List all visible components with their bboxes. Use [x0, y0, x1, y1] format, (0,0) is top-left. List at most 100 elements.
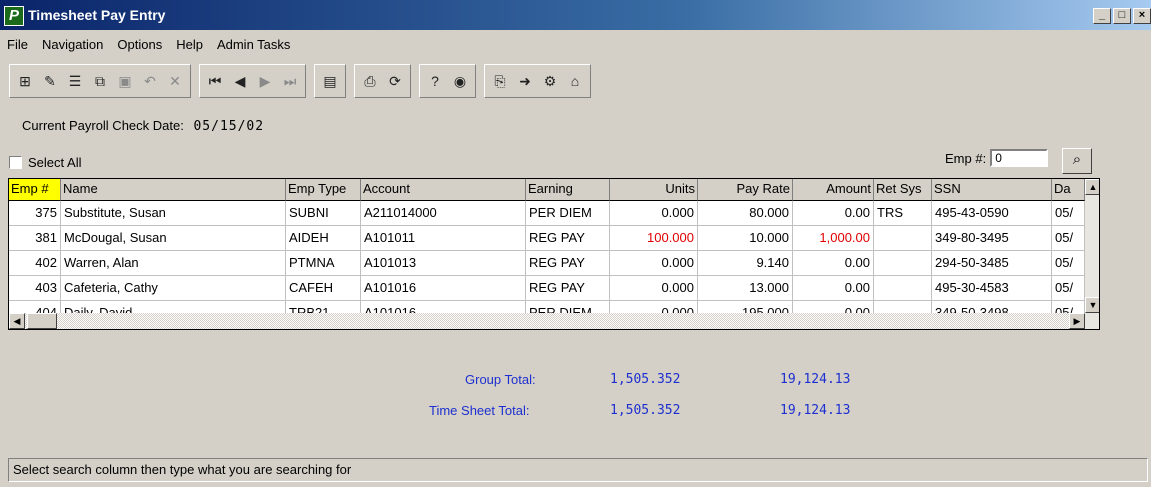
cell-name[interactable]: McDougal, Susan: [61, 226, 286, 251]
vertical-scrollbar[interactable]: ▲ ▼: [1085, 179, 1099, 329]
report-icon[interactable]: ▤: [319, 69, 341, 93]
cell-emp-type[interactable]: CAFEH: [286, 276, 361, 301]
col-header-ret-sys[interactable]: Ret Sys: [874, 179, 932, 201]
cell-earning[interactable]: REG PAY: [526, 226, 610, 251]
col-header-emp[interactable]: Emp #: [9, 179, 61, 201]
cell-ssn[interactable]: 495-30-4583: [932, 276, 1052, 301]
menu-help[interactable]: Help: [169, 34, 210, 56]
save-record-icon[interactable]: ▣: [114, 69, 136, 93]
next-record-icon[interactable]: ▶: [254, 69, 276, 93]
scroll-left-icon[interactable]: ◀: [9, 313, 25, 329]
cell-pay-rate[interactable]: 9.140: [698, 251, 793, 276]
close-button[interactable]: ×: [1133, 8, 1151, 24]
cell-account[interactable]: A101011: [361, 226, 526, 251]
maximize-button[interactable]: □: [1113, 8, 1131, 24]
cell-emp[interactable]: 402: [9, 251, 61, 276]
cell-units[interactable]: 0.000: [610, 201, 698, 226]
cell-date[interactable]: 05/: [1052, 251, 1085, 276]
menu-navigation[interactable]: Navigation: [35, 34, 110, 56]
delete-record-icon[interactable]: ✕: [164, 69, 186, 93]
cell-earning[interactable]: REG PAY: [526, 276, 610, 301]
col-header-ssn[interactable]: SSN: [932, 179, 1052, 201]
col-header-name[interactable]: Name: [61, 179, 286, 201]
table-row[interactable]: 403 Cafeteria, Cathy CAFEH A101016 REG PAY 0.…: [9, 276, 1085, 301]
select-all-checkbox[interactable]: Select All: [9, 155, 81, 170]
minimize-button[interactable]: _: [1093, 8, 1111, 24]
menu-file[interactable]: File: [0, 34, 35, 56]
close-form-icon[interactable]: ⌂: [564, 69, 586, 93]
scroll-right-icon[interactable]: ▶: [1069, 313, 1085, 329]
cell-amount[interactable]: 1,000.00: [793, 226, 874, 251]
process-icon[interactable]: ⚙: [539, 69, 561, 93]
cell-ret-sys[interactable]: [874, 226, 932, 251]
cell-emp[interactable]: 403: [9, 276, 61, 301]
add-record-icon[interactable]: ⊞: [14, 69, 36, 93]
menu-options[interactable]: Options: [110, 34, 169, 56]
horizontal-scrollbar[interactable]: ◀ ▶: [9, 313, 1085, 329]
cell-amount[interactable]: 0.00: [793, 251, 874, 276]
copy-record-icon[interactable]: ⧉: [89, 69, 111, 93]
col-header-date[interactable]: Da: [1052, 179, 1085, 201]
cell-date[interactable]: 05/: [1052, 201, 1085, 226]
export-icon[interactable]: ➜: [514, 69, 536, 93]
cell-units[interactable]: 100.000: [610, 226, 698, 251]
cell-date[interactable]: 05/: [1052, 226, 1085, 251]
scroll-up-icon[interactable]: ▲: [1085, 179, 1099, 195]
cell-emp[interactable]: 375: [9, 201, 61, 226]
previous-record-icon[interactable]: ◀: [229, 69, 251, 93]
cell-name[interactable]: Cafeteria, Cathy: [61, 276, 286, 301]
cell-pay-rate[interactable]: 10.000: [698, 226, 793, 251]
toolbar-nav-group: ⏮ ◀ ▶ ⏭: [199, 64, 306, 98]
cell-date[interactable]: 05/: [1052, 276, 1085, 301]
cell-units[interactable]: 0.000: [610, 276, 698, 301]
cell-units[interactable]: 0.000: [610, 251, 698, 276]
table-row[interactable]: 381 McDougal, Susan AIDEH A101011 REG PAY 100…: [9, 226, 1085, 251]
menu-admin-tasks[interactable]: Admin Tasks: [210, 34, 297, 56]
col-header-account[interactable]: Account: [361, 179, 526, 201]
cell-earning[interactable]: REG PAY: [526, 251, 610, 276]
find-button[interactable]: ⌕: [1062, 148, 1092, 174]
cell-amount[interactable]: 0.00: [793, 201, 874, 226]
cell-ssn[interactable]: 294-50-3485: [932, 251, 1052, 276]
edit-record-icon[interactable]: ✎: [39, 69, 61, 93]
cell-account[interactable]: A101013: [361, 251, 526, 276]
cell-account[interactable]: A211014000: [361, 201, 526, 226]
cell-amount[interactable]: 0.00: [793, 276, 874, 301]
refresh-icon[interactable]: ⟳: [384, 69, 406, 93]
checkbox-icon[interactable]: [9, 156, 22, 169]
cell-ret-sys[interactable]: [874, 251, 932, 276]
help-icon[interactable]: ?: [424, 69, 446, 93]
cell-ret-sys[interactable]: [874, 276, 932, 301]
cell-earning[interactable]: PER DIEM: [526, 201, 610, 226]
scroll-thumb[interactable]: [27, 313, 57, 329]
cell-pay-rate[interactable]: 80.000: [698, 201, 793, 226]
cell-account[interactable]: A101016: [361, 276, 526, 301]
cell-ssn[interactable]: 349-80-3495: [932, 226, 1052, 251]
cell-emp[interactable]: 381: [9, 226, 61, 251]
first-record-icon[interactable]: ⏮: [204, 69, 226, 93]
print-icon[interactable]: ⎙: [359, 69, 381, 93]
insert-row-icon[interactable]: ☰: [64, 69, 86, 93]
col-header-earning[interactable]: Earning: [526, 179, 610, 201]
col-header-units[interactable]: Units: [610, 179, 698, 201]
cell-ret-sys[interactable]: TRS: [874, 201, 932, 226]
timesheet-grid[interactable]: Emp # Name Emp Type Account Earning Unit…: [8, 178, 1100, 330]
cell-pay-rate[interactable]: 13.000: [698, 276, 793, 301]
web-icon[interactable]: ◉: [449, 69, 471, 93]
last-record-icon[interactable]: ⏭: [279, 69, 301, 93]
cell-name[interactable]: Substitute, Susan: [61, 201, 286, 226]
cell-ssn[interactable]: 495-43-0590: [932, 201, 1052, 226]
cell-emp-type[interactable]: SUBNI: [286, 201, 361, 226]
cell-emp-type[interactable]: PTMNA: [286, 251, 361, 276]
cell-emp-type[interactable]: AIDEH: [286, 226, 361, 251]
col-header-pay-rate[interactable]: Pay Rate: [698, 179, 793, 201]
print-preview-icon[interactable]: ⎘: [489, 69, 511, 93]
table-row[interactable]: 375 Substitute, Susan SUBNI A211014000 PER D…: [9, 201, 1085, 226]
undo-record-icon[interactable]: ↶: [139, 69, 161, 93]
col-header-amount[interactable]: Amount: [793, 179, 874, 201]
table-row[interactable]: 402 Warren, Alan PTMNA A101013 REG PAY 0.000 9…: [9, 251, 1085, 276]
emp-number-input[interactable]: 0: [990, 149, 1049, 167]
col-header-emp-type[interactable]: Emp Type: [286, 179, 361, 201]
scroll-down-icon[interactable]: ▼: [1085, 297, 1099, 313]
cell-name[interactable]: Warren, Alan: [61, 251, 286, 276]
